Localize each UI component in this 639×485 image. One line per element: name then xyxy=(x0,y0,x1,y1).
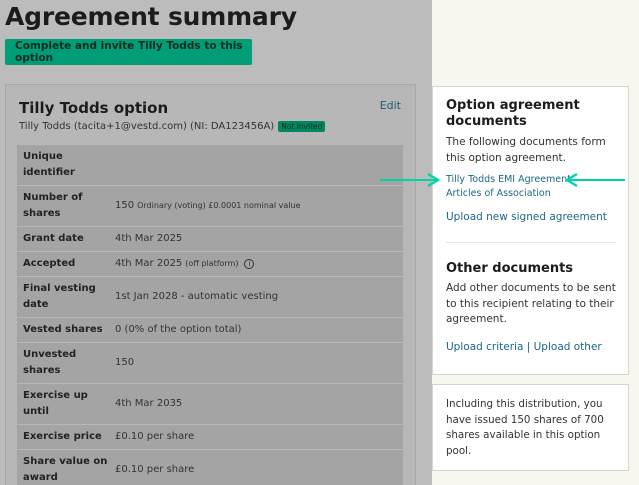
info-icon[interactable]: i xyxy=(244,259,255,269)
option-pool-info-panel: Including this distribution, you have is… xyxy=(432,384,629,471)
table-row: Share value on award £0.10 per share xyxy=(17,449,403,485)
option-title: Tilly Todds option xyxy=(19,99,169,117)
share-class-note: Ordinary (voting) £0.0001 nominal value xyxy=(137,201,301,210)
upload-other-link[interactable]: Upload other xyxy=(534,341,602,353)
link-separator: | xyxy=(526,341,531,353)
row-label: Exercise price xyxy=(23,431,102,442)
row-label: Unvested shares xyxy=(23,349,77,376)
table-row: Unique identifier xyxy=(17,144,403,185)
row-value: 4th Mar 2025 xyxy=(115,233,183,244)
accepted-note: (off platform) xyxy=(185,259,239,268)
row-value xyxy=(115,145,403,185)
table-row: Exercise price £0.10 per share xyxy=(17,424,403,449)
accepted-date: 4th Mar 2025 xyxy=(115,258,183,269)
other-docs-actions: Upload criteria | Upload other xyxy=(446,341,602,353)
articles-of-association-link[interactable]: Articles of Association xyxy=(446,188,551,199)
table-row: Number of shares 150 Ordinary (voting) £… xyxy=(17,185,403,226)
edit-link[interactable]: Edit xyxy=(380,99,401,112)
arrow-right-icon xyxy=(380,172,441,188)
option-pool-info: Including this distribution, you have is… xyxy=(446,398,604,457)
row-value: 150 Ordinary (voting) £0.0001 nominal va… xyxy=(115,186,403,226)
option-card: Tilly Todds option Edit Tilly Todds (tac… xyxy=(5,84,416,485)
share-count: 150 xyxy=(115,200,135,211)
row-value: 4th Mar 2035 xyxy=(115,398,183,409)
main-content-overlay: Agreement summary Complete and invite Ti… xyxy=(0,0,432,485)
row-value: 150 xyxy=(115,357,135,368)
row-label: Vested shares xyxy=(23,324,103,335)
row-label: Accepted xyxy=(23,258,76,269)
other-docs-heading: Other documents xyxy=(446,261,574,276)
row-value: 0 (0% of the option total) xyxy=(115,324,242,335)
row-label: Grant date xyxy=(23,233,84,244)
table-row: Exercise up until 4th Mar 2035 xyxy=(17,383,403,424)
row-label: Share value on award xyxy=(23,456,108,483)
table-row: Final vesting date 1st Jan 2028 - automa… xyxy=(17,276,403,317)
agreement-docs-description: The following documents form this option… xyxy=(446,136,606,164)
page-title: Agreement summary xyxy=(5,2,297,31)
table-row: Unvested shares 150 xyxy=(17,342,403,383)
complete-and-invite-button[interactable]: Complete and invite Tilly Todds to this … xyxy=(5,39,252,65)
table-row: Grant date 4th Mar 2025 xyxy=(17,226,403,251)
row-value: 4th Mar 2025 (off platform) i xyxy=(115,252,403,276)
row-label: Final vesting date xyxy=(23,283,96,310)
row-value: £0.10 per share xyxy=(115,464,195,475)
divider xyxy=(446,242,616,243)
option-agreement-documents-panel: Option agreement documents The following… xyxy=(432,86,629,375)
table-row: Vested shares 0 (0% of the option total) xyxy=(17,317,403,342)
recipient-info: Tilly Todds (tacita+1@vestd.com) (NI: DA… xyxy=(19,121,326,132)
other-docs-description: Add other documents to be sent to this r… xyxy=(446,282,616,325)
row-label: Number of shares xyxy=(23,192,83,219)
option-details-table: Unique identifier Number of shares 150 O… xyxy=(17,144,403,485)
row-value: 1st Jan 2028 - automatic vesting xyxy=(115,291,279,302)
upload-signed-agreement-link[interactable]: Upload new signed agreement xyxy=(446,211,607,223)
status-badge: Not invited xyxy=(278,121,326,132)
row-label: Unique identifier xyxy=(23,151,75,178)
agreement-docs-heading: Option agreement documents xyxy=(446,98,580,129)
arrow-left-icon xyxy=(564,172,625,188)
recipient-details: Tilly Todds (tacita+1@vestd.com) (NI: DA… xyxy=(19,121,275,132)
table-row: Accepted 4th Mar 2025 (off platform) i xyxy=(17,251,403,276)
row-value: £0.10 per share xyxy=(115,431,195,442)
emi-agreement-link[interactable]: Tilly Todds EMI Agreement xyxy=(446,174,571,185)
row-label: Exercise up until xyxy=(23,390,88,417)
upload-criteria-link[interactable]: Upload criteria xyxy=(446,341,523,353)
